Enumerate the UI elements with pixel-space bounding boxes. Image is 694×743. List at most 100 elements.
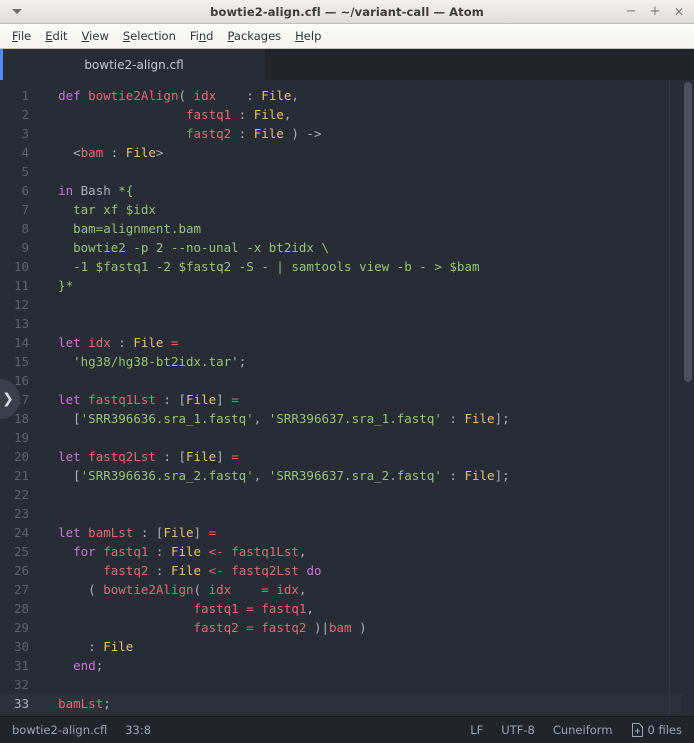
status-grammar[interactable]: Cuneiform [553,723,613,737]
code-line[interactable] [36,295,694,314]
line-number: 23 [13,506,29,521]
code-line[interactable]: ( bowtie2Align( idx = idx, [36,580,694,599]
menu-view[interactable]: View [75,26,116,46]
code-line[interactable] [36,428,694,447]
line-number: 5 [21,164,29,179]
code-token-str: 'SRR396637.sra_1.fastq' [268,411,442,426]
menu-edit-post: dit [52,29,68,43]
line-number: 31 [13,658,29,673]
code-token-punct: ) [283,126,307,141]
code-line[interactable]: ['SRR396636.sra_1.fastq', 'SRR396637.sra… [36,409,694,428]
diff-added-icon [631,723,644,737]
menu-edit[interactable]: Edit [38,26,74,46]
code-token-punct: ; [103,696,111,711]
code-line[interactable] [36,675,694,694]
line-number: 3 [21,126,29,141]
code-token-punct: ]; [494,411,510,426]
status-line-ending[interactable]: LF [470,723,483,737]
menu-find[interactable]: Find [183,26,221,46]
code-line[interactable]: let bamLst : [File] = [36,523,694,542]
tab-bowtie2-align-cfl[interactable]: bowtie2-align.cfl [0,49,265,80]
code-token-ident: = [261,582,269,597]
status-git-changes[interactable]: 0 files [631,723,682,737]
code-line[interactable]: end; [36,656,694,675]
code-token-punct: : [ [155,449,187,464]
code-line[interactable]: let idx : File = [36,333,694,352]
code-content[interactable]: def bowtie2Align( idx : File, fastq1 : F… [36,80,694,716]
code-line[interactable] [36,371,694,390]
scrollbar-thumb[interactable] [684,82,692,382]
code-line[interactable] [36,162,694,181]
chevron-right-icon: ❯ [2,391,14,407]
code-line[interactable] [36,504,694,523]
code-line[interactable]: fastq2 : File <- fastq2Lst do [36,561,694,580]
window-title: bowtie2-align.cfl — ~/variant-call — Ato… [210,4,484,19]
code-token-type: File [186,392,217,407]
line-number: 2 [21,107,29,122]
status-encoding[interactable]: UTF-8 [501,723,535,737]
menu-help[interactable]: Help [288,26,328,46]
code-token-punct: -> [306,126,322,141]
code-token-ident: = [208,525,217,540]
menu-selection-post: election [130,29,176,43]
code-token-kw: do [306,563,322,578]
code-line[interactable]: tar xf $idx [36,200,694,219]
minimize-button[interactable]: − [620,1,642,23]
code-line[interactable]: bam=alignment.bam [36,219,694,238]
status-filename[interactable]: bowtie2-align.cfl [12,723,107,737]
line-number: 1 [21,88,29,103]
menu-file[interactable]: File [5,26,38,46]
window-menu-button[interactable] [4,1,30,23]
code-line[interactable]: }* [36,276,694,295]
code-line[interactable]: let fastq2Lst : [File] = [36,447,694,466]
status-cursor-position[interactable]: 33:8 [125,723,151,737]
code-line[interactable]: let fastq1Lst : [File] = [36,390,694,409]
code-token-ident: fastq1 [186,107,232,122]
maximize-button[interactable]: + [644,1,666,23]
code-line[interactable]: fastq2 = fastq2 )|bam ) [36,618,694,637]
line-number: 29 [13,620,29,635]
code-token-punct: ( [178,88,194,103]
code-token-type: File [163,525,194,540]
code-line[interactable]: fastq1 = fastq1, [36,599,694,618]
code-line[interactable] [36,485,694,504]
menu-file-post: ile [17,29,32,43]
code-line[interactable]: in Bash *{ [36,181,694,200]
menu-packages[interactable]: Packages [220,26,288,46]
code-line[interactable]: for fastq1 : File <- fastq1Lst, [36,542,694,561]
code-line[interactable]: bowtie2 -p 2 --no-unal -x bt2idx \ [36,238,694,257]
line-number: 33 [0,694,36,713]
code-line[interactable]: ['SRR396636.sra_2.fastq', 'SRR396637.sra… [36,466,694,485]
code-line[interactable]: 'hg38/hg38-bt2idx.tar'; [36,352,694,371]
code-line[interactable]: fastq1 : File, [36,105,694,124]
close-button[interactable]: ✕ [668,1,690,23]
text-editor[interactable]: 1 2 3 4 5 6 7 8 9 10 11 12 13 14 15 16 17 18 19 20 21 22 23 24 2… [0,80,694,716]
vertical-scrollbar[interactable] [682,80,694,716]
line-number: 22 [13,487,29,502]
code-token-ident: fastq1 [261,601,307,616]
menu-selection[interactable]: Selection [116,26,183,46]
code-token-ident: = [231,392,239,407]
code-line[interactable]: bamLst; [36,694,694,713]
title-bar: bowtie2-align.cfl — ~/variant-call — Ato… [0,0,694,24]
code-token-ident: idx [88,335,111,350]
line-number: 32 [13,677,29,692]
line-number: 24 [13,525,29,540]
code-line[interactable]: def bowtie2Align( idx : File, [36,86,694,105]
code-token-punct: , [253,468,269,483]
code-token-ident: fastq2 [261,620,307,635]
code-line[interactable] [36,314,694,333]
code-line[interactable]: <bam : File> [36,143,694,162]
code-token-punct: : [ [155,392,187,407]
code-token-punct: : [ [133,525,164,540]
code-line[interactable]: : File [36,637,694,656]
code-token-punct: , [298,544,307,559]
code-line[interactable]: -1 $fastq1 -2 $fastq2 -S - | samtools vi… [36,257,694,276]
code-line[interactable]: fastq2 : File ) -> [36,124,694,143]
code-token-bash: bam=alignment.bam [43,221,202,236]
